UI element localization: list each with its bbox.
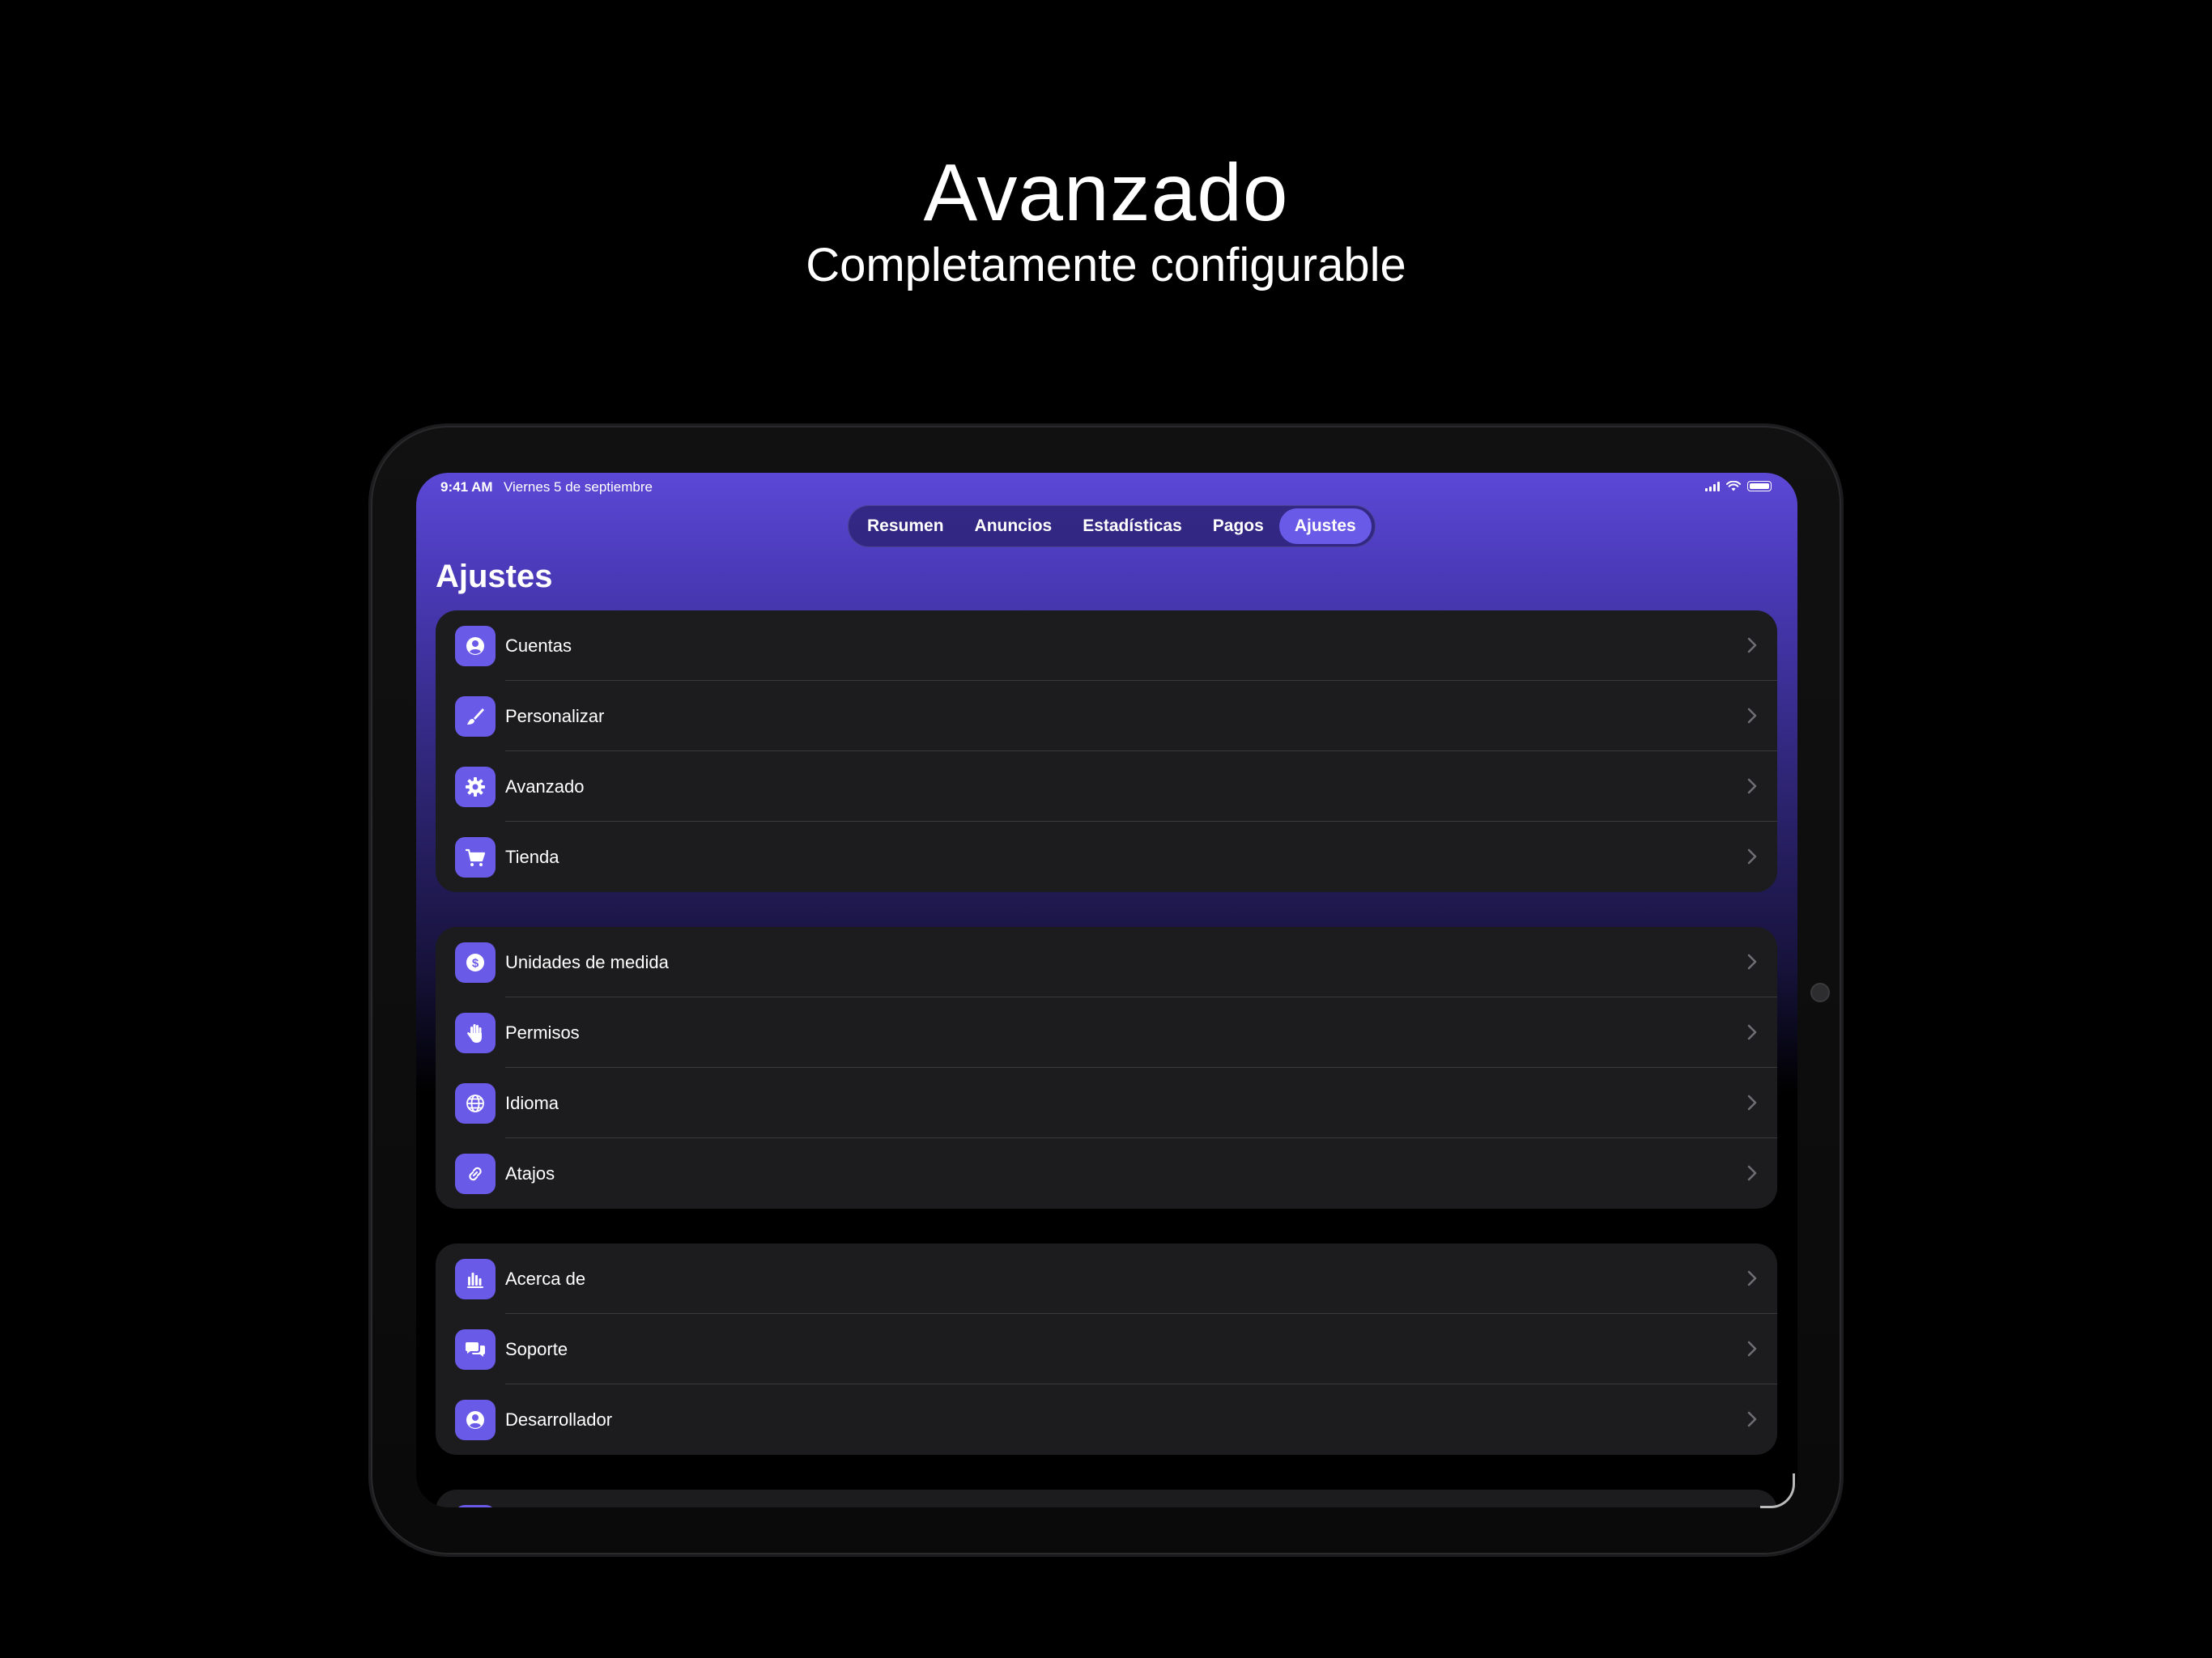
settings-row-label: Permisos: [505, 1022, 580, 1043]
tab-estadisticas[interactable]: Estadísticas: [1067, 508, 1197, 544]
segmented-tab-bar: Resumen Anuncios Estadísticas Pagos Ajus…: [848, 505, 1376, 547]
app-screen: 9:41 AM Viernes 5 de septiembre Resumen …: [416, 473, 1797, 1507]
cart-icon: [455, 837, 496, 878]
settings-row-avanzado[interactable]: Avanzado: [436, 751, 1777, 822]
chevron-right-icon: [1747, 637, 1757, 653]
hand-icon: [455, 1013, 496, 1053]
settings-row-idioma[interactable]: Idioma: [436, 1068, 1777, 1138]
chevron-right-icon: [1747, 848, 1757, 865]
settings-row-label: Idioma: [505, 1093, 559, 1113]
tab-pagos[interactable]: Pagos: [1197, 508, 1279, 544]
status-bar: 9:41 AM Viernes 5 de septiembre: [416, 473, 1797, 505]
page-title: Ajustes: [436, 559, 553, 594]
gear-icon: [455, 767, 496, 807]
settings-row-label: Desarrollador: [505, 1409, 613, 1430]
chevron-right-icon: [1747, 1165, 1757, 1181]
hero-title: Avanzado: [923, 147, 1289, 238]
chart-bars-icon: [455, 1259, 496, 1299]
person-circle-icon: [455, 1400, 496, 1440]
settings-group-info: Acerca de Soporte Desarrollador: [436, 1244, 1777, 1455]
settings-group-preferences: $ Unidades de medida Permisos Idioma Ata…: [436, 927, 1777, 1209]
settings-row-partial[interactable]: [436, 1490, 1777, 1507]
settings-row-label: Personalizar: [505, 706, 605, 726]
globe-icon: [455, 1083, 496, 1124]
settings-row-label: Cuentas: [505, 636, 572, 656]
signal-icon: [1705, 481, 1720, 491]
settings-row-desarrollador[interactable]: Desarrollador: [436, 1384, 1777, 1455]
status-icons: [1705, 481, 1772, 491]
status-time: 9:41 AM: [440, 479, 493, 495]
settings-row-acerca-de[interactable]: Acerca de: [436, 1244, 1777, 1314]
dollar-circle-icon: $: [455, 942, 496, 983]
paintbrush-icon: [455, 696, 496, 737]
chevron-right-icon: [1747, 708, 1757, 724]
link-icon: [455, 1154, 496, 1194]
tab-resumen[interactable]: Resumen: [852, 508, 959, 544]
settings-row-label: Soporte: [505, 1339, 568, 1359]
chevron-right-icon: [1747, 1095, 1757, 1111]
chevron-right-icon: [1747, 954, 1757, 970]
tab-anuncios[interactable]: Anuncios: [959, 508, 1068, 544]
settings-row-atajos[interactable]: Atajos: [436, 1138, 1777, 1209]
chevron-right-icon: [1747, 1411, 1757, 1427]
svg-text:$: $: [472, 957, 479, 971]
tab-ajustes[interactable]: Ajustes: [1278, 508, 1372, 544]
settings-group-general: Cuentas Personalizar Avanzado Tienda: [436, 610, 1777, 892]
camera-icon: [1810, 983, 1830, 1002]
chat-bubbles-icon: [455, 1329, 496, 1370]
settings-row-label: Acerca de: [505, 1269, 586, 1289]
settings-group-partial: [436, 1490, 1777, 1507]
battery-icon: [1747, 481, 1772, 491]
status-date: Viernes 5 de septiembre: [504, 479, 653, 495]
partial-row-icon: [455, 1505, 496, 1507]
settings-row-soporte[interactable]: Soporte: [436, 1314, 1777, 1384]
settings-row-unidades[interactable]: $ Unidades de medida: [436, 927, 1777, 997]
chevron-right-icon: [1747, 1341, 1757, 1357]
settings-row-label: Atajos: [505, 1163, 555, 1184]
person-circle-icon: [455, 626, 496, 666]
chevron-right-icon: [1747, 1270, 1757, 1286]
settings-row-label: Tienda: [505, 847, 559, 867]
settings-row-permisos[interactable]: Permisos: [436, 997, 1777, 1068]
chevron-right-icon: [1747, 1024, 1757, 1040]
settings-row-tienda[interactable]: Tienda: [436, 822, 1777, 892]
settings-row-label: Avanzado: [505, 776, 585, 797]
chevron-right-icon: [1747, 778, 1757, 794]
wifi-icon: [1726, 481, 1741, 491]
hero-subtitle: Completamente configurable: [806, 239, 1406, 291]
settings-row-label: Unidades de medida: [505, 952, 669, 972]
settings-row-personalizar[interactable]: Personalizar: [436, 681, 1777, 751]
settings-row-cuentas[interactable]: Cuentas: [436, 610, 1777, 681]
